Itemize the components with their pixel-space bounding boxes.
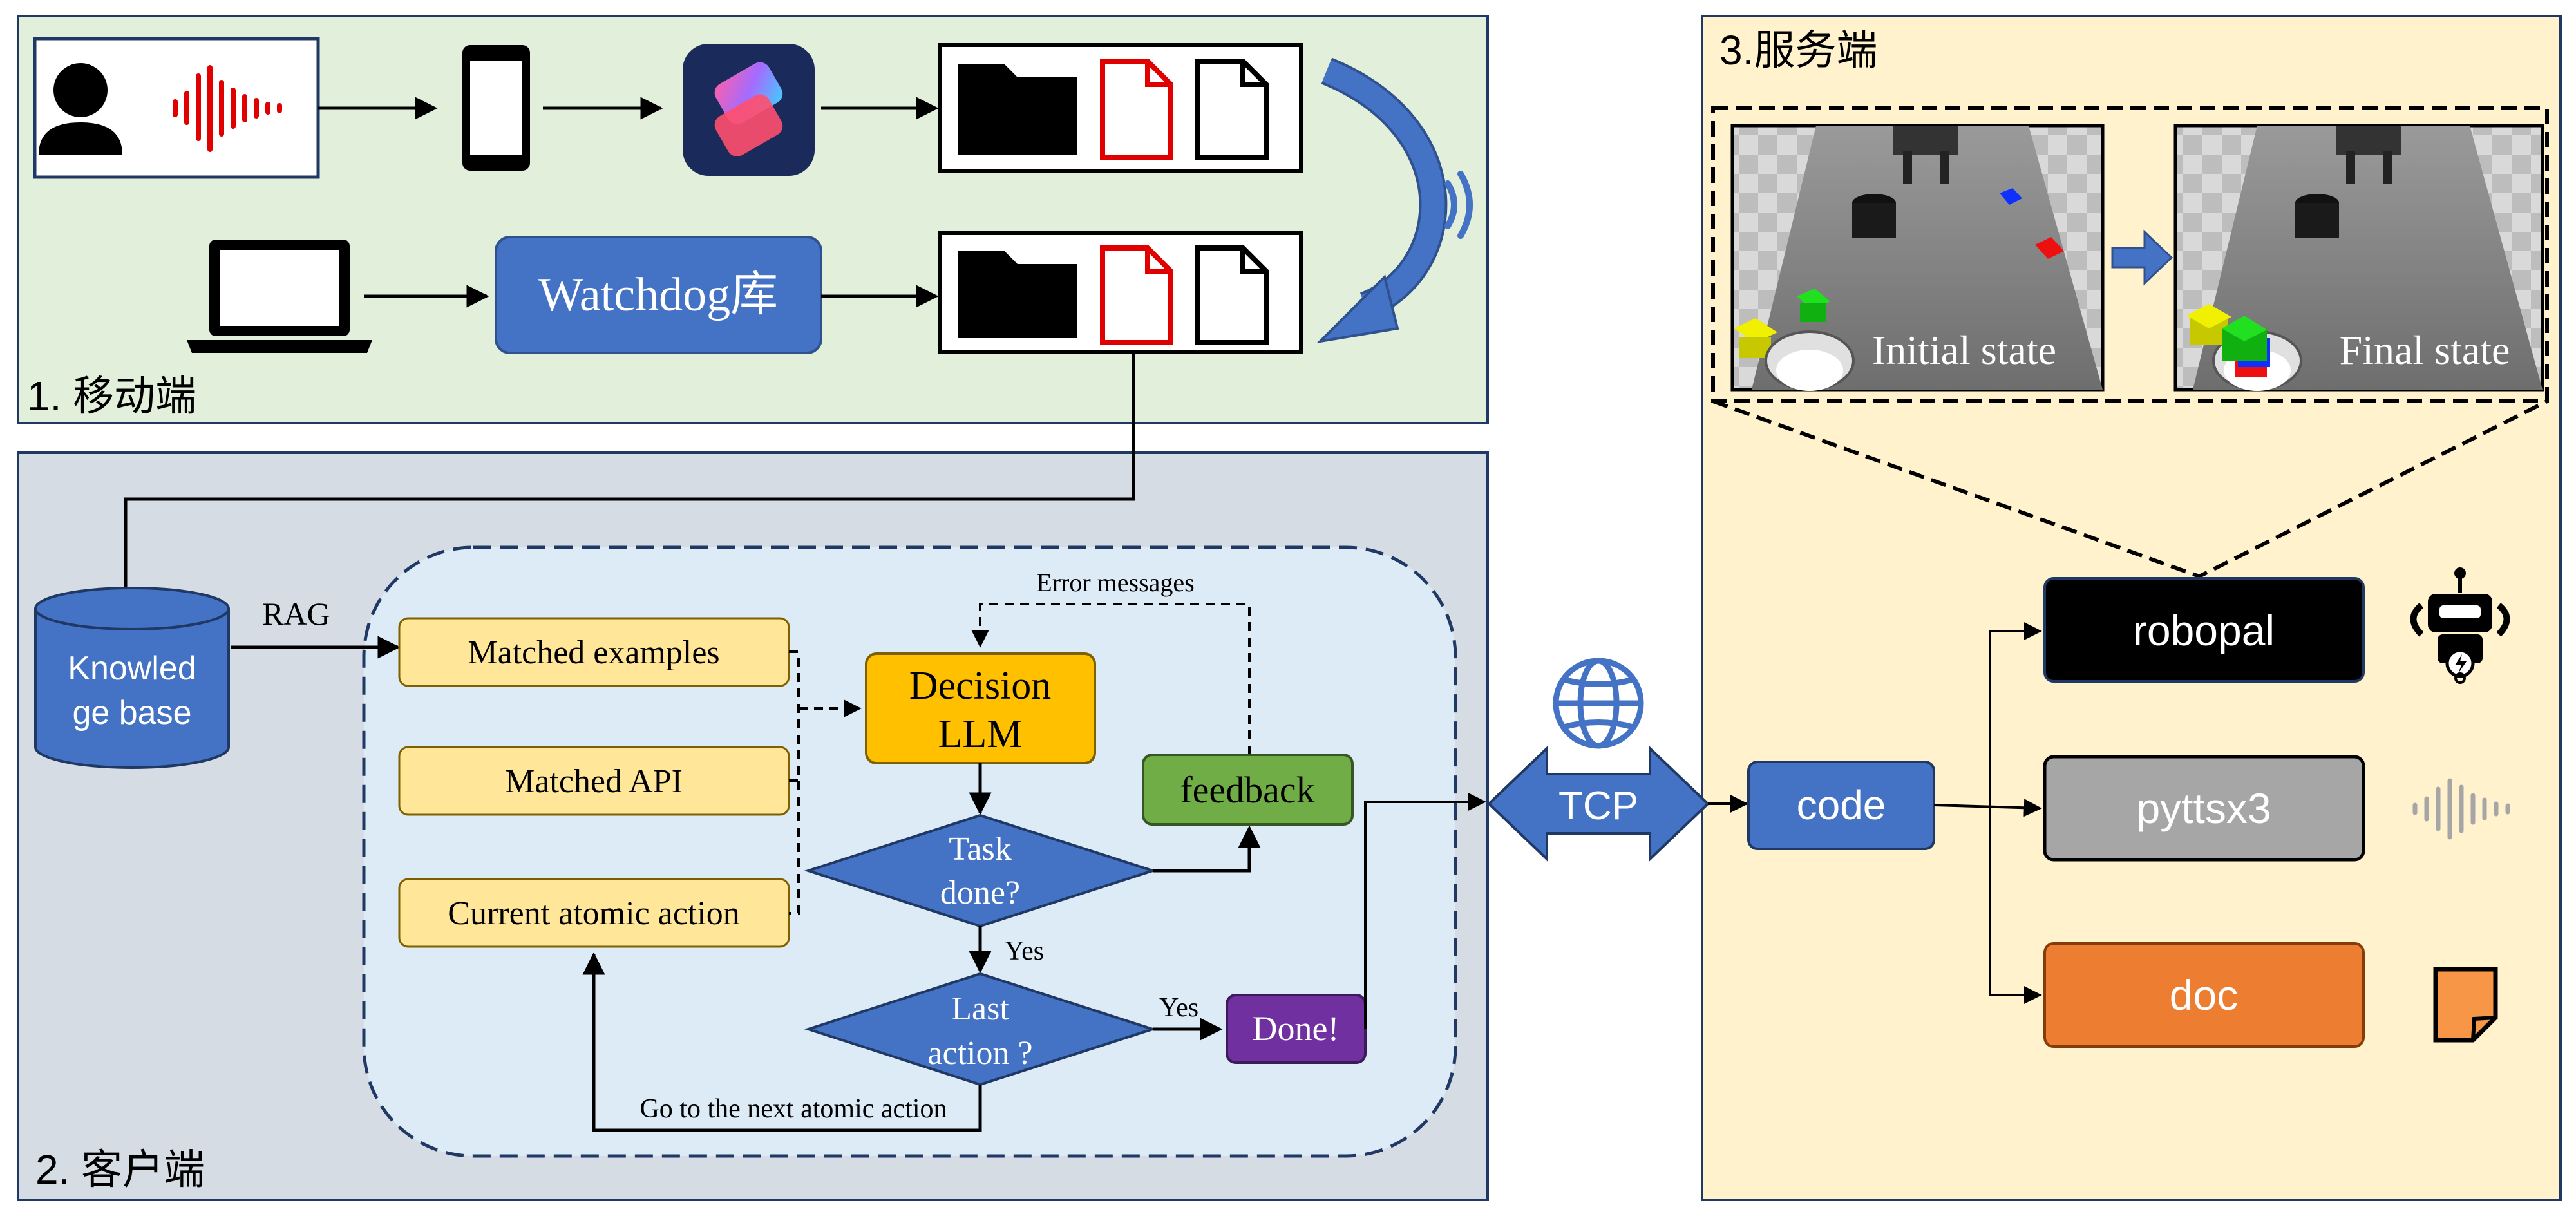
- current-atomic-action-label: Current atomic action: [448, 895, 739, 932]
- matched-api-label: Matched API: [505, 763, 683, 800]
- robopal-label: robopal: [2133, 607, 2275, 654]
- server-section-label: 3.服务端: [1719, 27, 1877, 73]
- folder-icon: [958, 64, 1077, 155]
- pyttsx3-label: pyttsx3: [2136, 784, 2271, 832]
- done-label: Done!: [1253, 1009, 1340, 1048]
- feedback-label: feedback: [1180, 769, 1314, 811]
- yes-label-task: Yes: [1005, 936, 1044, 966]
- yes-label-last: Yes: [1159, 993, 1198, 1023]
- laptop-icon: [187, 240, 372, 353]
- client-section-label: 2. 客户端: [35, 1146, 205, 1193]
- code-label: code: [1797, 782, 1886, 828]
- task-done-label-1: Task: [949, 831, 1011, 867]
- task-done-label-2: done?: [940, 875, 1020, 911]
- doc-label: doc: [2170, 971, 2238, 1019]
- document-icon: [1100, 245, 1173, 345]
- mobile-section-label: 1. 移动端: [27, 373, 196, 419]
- last-action-label-2: action ?: [927, 1035, 1032, 1072]
- architecture-diagram: 1. 移动端 Watchdog库 2. 客户端 Knowled ge base …: [17, 15, 2562, 1201]
- globe-icon: [1553, 658, 1644, 749]
- next-action-label: Go to the next atomic action: [639, 1094, 947, 1124]
- document-icon: [1195, 59, 1269, 160]
- decision-llm-label-2: LLM: [938, 712, 1023, 756]
- last-action-label-1: Last: [951, 991, 1009, 1027]
- error-messages-label: Error messages: [1036, 568, 1194, 597]
- matched-examples-label: Matched examples: [468, 634, 719, 671]
- initial-state-label: Initial state: [1872, 327, 2056, 373]
- document-icon: [1195, 245, 1269, 345]
- phone-icon: [462, 45, 530, 171]
- folder-icon: [958, 251, 1077, 338]
- knowledge-base-label-2: ge base: [72, 694, 191, 732]
- rag-label: RAG: [262, 596, 330, 632]
- final-state-label: Final state: [2340, 327, 2510, 373]
- shortcuts-app-icon: [683, 44, 815, 176]
- knowledge-base-label-1: Knowled: [68, 650, 196, 687]
- decision-llm-label-1: Decision: [909, 664, 1051, 708]
- watchdog-label: Watchdog库: [538, 269, 778, 321]
- document-orange-icon: [2433, 967, 2498, 1043]
- tcp-label: TCP: [1558, 784, 1638, 828]
- document-icon: [1100, 59, 1173, 160]
